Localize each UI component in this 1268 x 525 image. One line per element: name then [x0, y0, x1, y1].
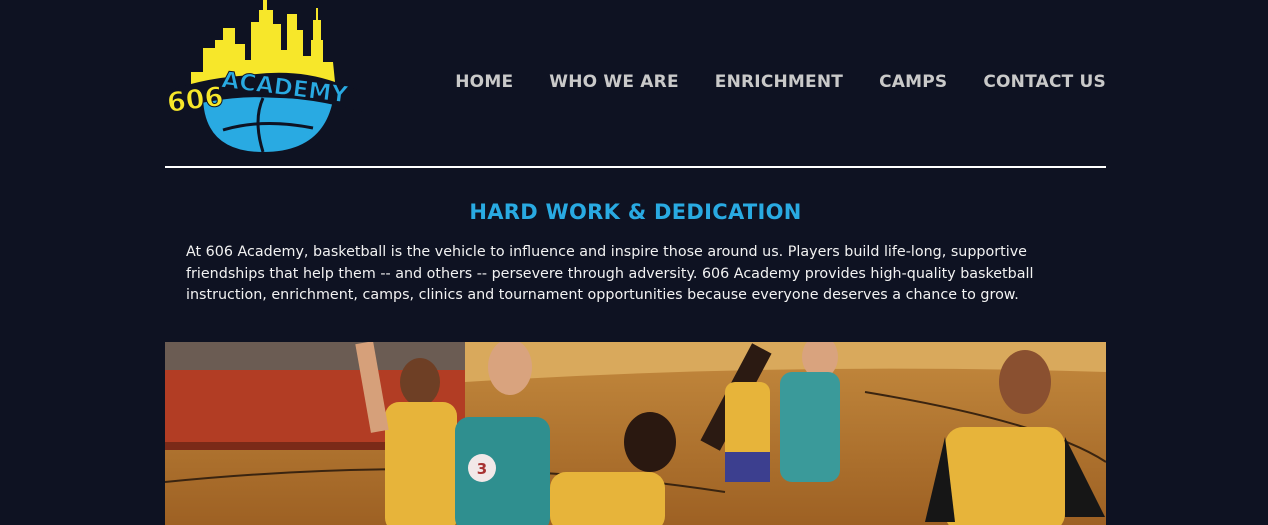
- nav-item-camps[interactable]: CAMPS: [879, 70, 947, 94]
- main-nav: HOME WHO WE ARE ENRICHMENT CAMPS CONTACT…: [455, 70, 1106, 94]
- page-headline: HARD WORK & DEDICATION: [469, 200, 802, 224]
- hero-photo: 3: [165, 342, 1106, 525]
- header-divider: [165, 166, 1106, 168]
- nav-item-home[interactable]: HOME: [455, 70, 513, 94]
- hero-photo-illustration: 3: [165, 342, 1106, 525]
- nav-item-contact-us[interactable]: CONTACT US: [983, 70, 1106, 94]
- site-logo[interactable]: 606 ACADEMY: [163, 0, 368, 156]
- nav-item-enrichment[interactable]: ENRICHMENT: [715, 70, 843, 94]
- jersey-number: 3: [477, 460, 487, 478]
- logo-graphic: 606 ACADEMY: [165, 0, 365, 153]
- intro-paragraph: At 606 Academy, basketball is the vehicl…: [186, 244, 1034, 303]
- nav-item-who-we-are[interactable]: WHO WE ARE: [549, 70, 679, 94]
